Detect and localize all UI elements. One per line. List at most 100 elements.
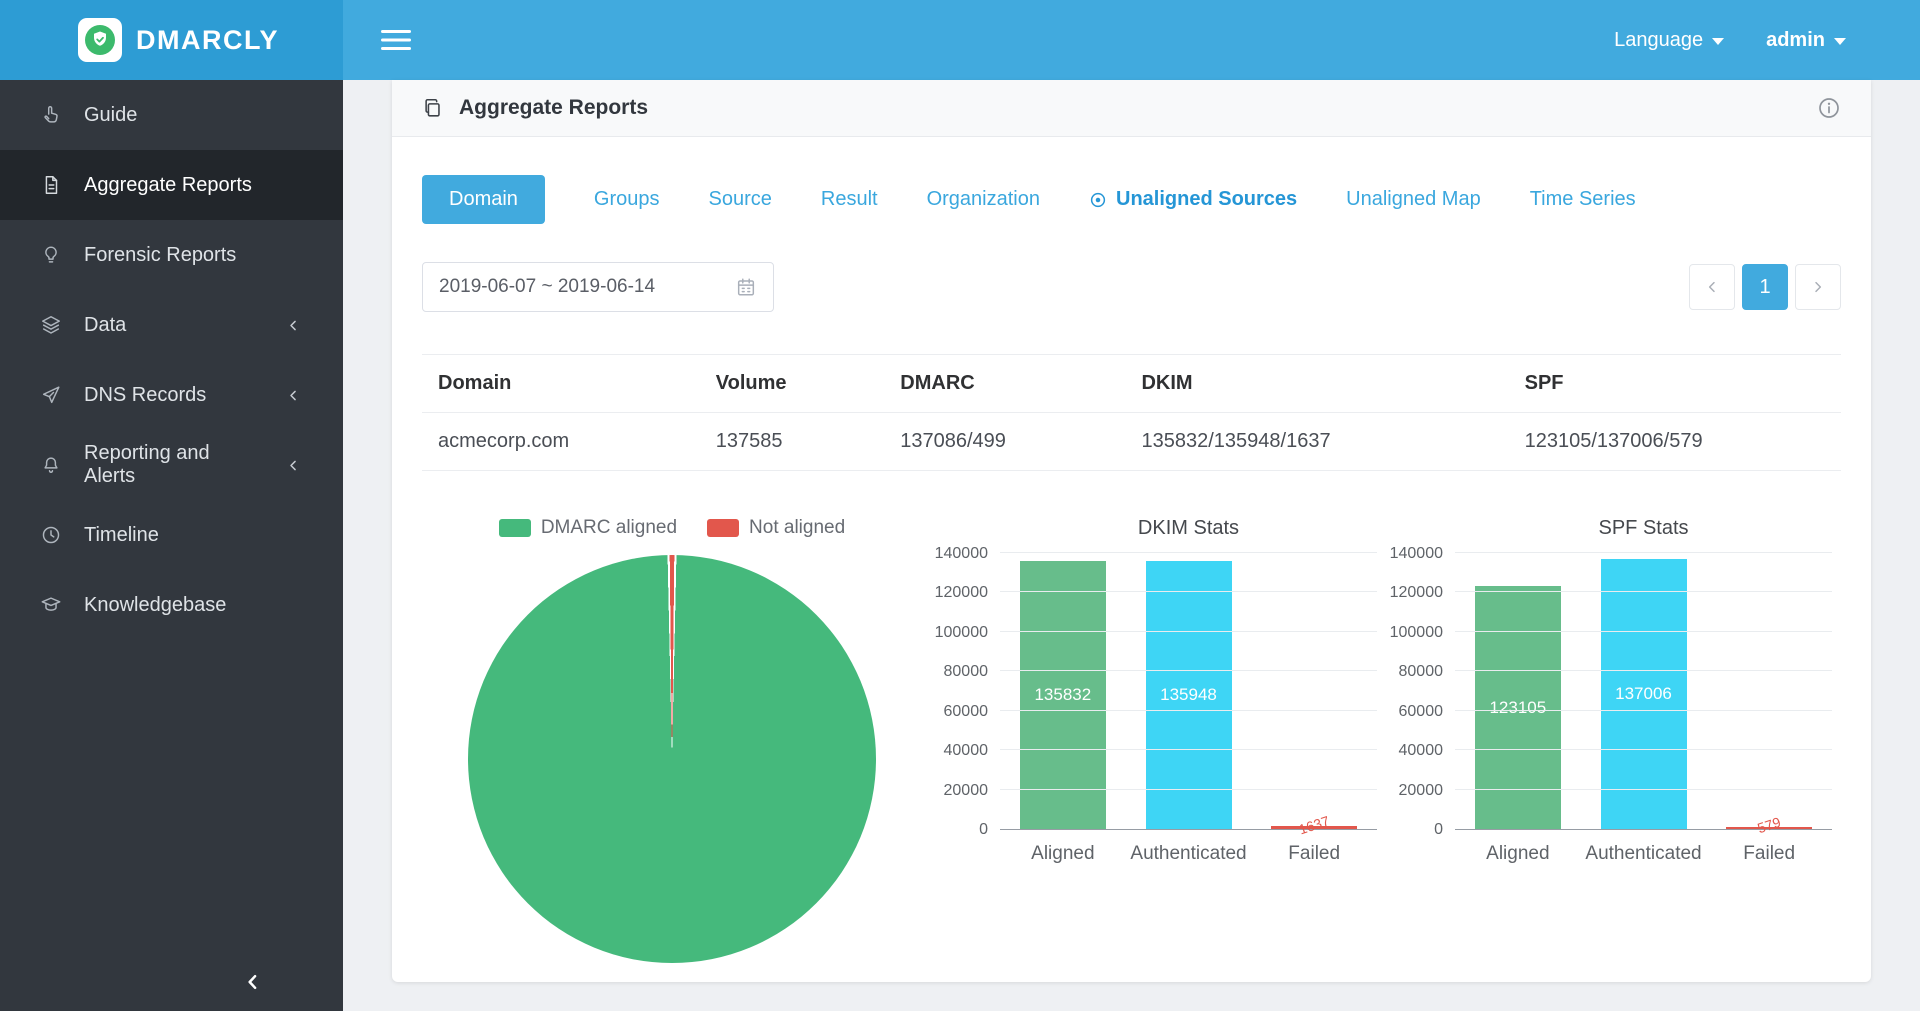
language-label: Language	[1614, 29, 1703, 52]
category-label: Aligned	[1000, 843, 1126, 865]
user-menu[interactable]: admin	[1766, 29, 1846, 52]
plot-area: 123105 137006 579	[1455, 554, 1832, 830]
top-bar: DMARCLY Language admin	[0, 0, 1920, 80]
tab-time-series[interactable]: Time Series	[1530, 188, 1636, 211]
chevron-left-icon	[286, 388, 301, 403]
report-copy-icon	[422, 97, 444, 119]
sidebar-item-label: Timeline	[84, 524, 159, 547]
y-axis-tick-label: 120000	[935, 585, 988, 601]
dmarcly-logo-icon	[78, 18, 122, 62]
bar-value-label: 579	[1756, 814, 1783, 836]
y-axis: 020000400006000080000100000120000140000	[1377, 554, 1455, 830]
sidebar-item-reporting-and-alerts[interactable]: Reporting and Alerts	[0, 430, 343, 500]
tab-organization[interactable]: Organization	[927, 188, 1040, 211]
x-axis-labels: AlignedAuthenticatedFailed	[1000, 843, 1377, 865]
sidebar: Guide Aggregate Reports Forensic Reports…	[0, 80, 343, 1011]
user-label: admin	[1766, 29, 1825, 52]
category-label: Authenticated	[1581, 843, 1707, 865]
bar-failed: 579	[1726, 827, 1812, 829]
bar-value-label: 123105	[1489, 698, 1546, 718]
bar-value-label: 137006	[1615, 684, 1672, 704]
legend-label: Not aligned	[749, 517, 845, 539]
data-icon	[40, 314, 62, 336]
bar-slot: 579	[1706, 827, 1832, 829]
info-icon[interactable]	[1817, 96, 1841, 120]
y-axis-tick-label: 20000	[1399, 783, 1444, 799]
topbar-menus: Language admin	[1614, 29, 1920, 52]
bar-value-label: 1637	[1297, 813, 1332, 838]
bar-aligned: 123105	[1475, 586, 1561, 829]
plot-area: 1358321359481637	[1000, 554, 1377, 830]
cell-volume: 137585	[706, 413, 890, 471]
legend-item-not-aligned[interactable]: Not aligned	[707, 517, 845, 539]
brand-block: DMARCLY	[0, 0, 343, 80]
reporting-alerts-icon	[40, 454, 62, 476]
column-header-dkim: DKIM	[1131, 355, 1514, 413]
tab-source[interactable]: Source	[709, 188, 772, 211]
y-axis-tick-label: 60000	[944, 704, 989, 720]
y-axis-tick-label: 140000	[1390, 546, 1443, 562]
cell-spf: 123105/137006/579	[1515, 413, 1841, 471]
y-axis-tick-label: 40000	[1399, 743, 1444, 759]
column-header-domain: Domain	[422, 355, 706, 413]
tab-groups[interactable]: Groups	[594, 188, 660, 211]
main-content: Aggregate Reports Domain Groups Source R…	[343, 80, 1920, 1011]
menu-toggle-button[interactable]	[381, 28, 411, 52]
pagination: 1	[1689, 264, 1841, 310]
x-axis-labels: AlignedAuthenticatedFailed	[1455, 843, 1832, 865]
prev-page-button[interactable]	[1689, 264, 1735, 310]
sidebar-item-knowledgebase[interactable]: Knowledgebase	[0, 570, 343, 640]
cell-domain[interactable]: acmecorp.com	[422, 413, 706, 471]
gridline	[1455, 749, 1832, 750]
bar-value-label: 135832	[1034, 685, 1091, 705]
sidebar-item-label: Knowledgebase	[84, 594, 226, 617]
gridline	[1455, 591, 1832, 592]
report-tabs: Domain Groups Source Result Organization…	[422, 175, 1841, 224]
sidebar-item-timeline[interactable]: Timeline	[0, 500, 343, 570]
date-range-picker[interactable]: 2019-06-07 ~ 2019-06-14	[422, 262, 774, 312]
sidebar-item-data[interactable]: Data	[0, 290, 343, 360]
chart-plot-row: 020000400006000080000100000120000140000 …	[922, 554, 1377, 830]
cell-dkim: 135832/135948/1637	[1131, 413, 1514, 471]
gridline	[1455, 552, 1832, 553]
tab-result[interactable]: Result	[821, 188, 878, 211]
gridline	[1000, 670, 1377, 671]
tab-label: Unaligned Sources	[1116, 188, 1297, 211]
date-range-value: 2019-06-07 ~ 2019-06-14	[439, 276, 655, 298]
aggregate-reports-card: Aggregate Reports Domain Groups Source R…	[392, 80, 1871, 982]
sidebar-item-aggregate-reports[interactable]: Aggregate Reports	[0, 150, 343, 220]
table-header-row: Domain Volume DMARC DKIM SPF	[422, 355, 1841, 413]
gridline	[1000, 789, 1377, 790]
aggregate-reports-icon	[40, 174, 62, 196]
y-axis-tick-label: 20000	[944, 783, 989, 799]
card-body: Domain Groups Source Result Organization…	[392, 137, 1871, 963]
y-axis-tick-label: 60000	[1399, 704, 1444, 720]
caret-down-icon	[1712, 38, 1724, 45]
legend-label: DMARC aligned	[541, 517, 677, 539]
chevron-left-icon	[286, 318, 301, 333]
gridline	[1000, 749, 1377, 750]
next-page-button[interactable]	[1795, 264, 1841, 310]
sidebar-item-forensic-reports[interactable]: Forensic Reports	[0, 220, 343, 290]
y-axis-tick-label: 80000	[1399, 664, 1444, 680]
sidebar-collapse-button[interactable]	[0, 953, 343, 1011]
sidebar-item-dns-records[interactable]: DNS Records	[0, 360, 343, 430]
dkim-stats-chart: DKIM Stats 02000040000600008000010000012…	[922, 517, 1377, 963]
dmarc-alignment-pie-chart	[468, 555, 876, 963]
pie-legend: DMARC aligned Not aligned	[499, 517, 845, 539]
sidebar-item-guide[interactable]: Guide	[0, 80, 343, 150]
language-menu[interactable]: Language	[1614, 29, 1724, 52]
page-title: Aggregate Reports	[459, 96, 648, 120]
gridline	[1000, 591, 1377, 592]
legend-item-dmarc-aligned[interactable]: DMARC aligned	[499, 517, 677, 539]
page-number-button[interactable]: 1	[1742, 264, 1788, 310]
tab-unaligned-map[interactable]: Unaligned Map	[1346, 188, 1481, 211]
gridline	[1455, 789, 1832, 790]
sidebar-item-label: Data	[84, 314, 126, 337]
tab-unaligned-sources[interactable]: Unaligned Sources	[1089, 188, 1297, 211]
spf-stats-chart: SPF Stats 020000400006000080000100000120…	[1377, 517, 1832, 963]
tab-domain[interactable]: Domain	[422, 175, 545, 224]
column-header-dmarc: DMARC	[890, 355, 1131, 413]
timeline-icon	[40, 524, 62, 546]
gridline	[1455, 631, 1832, 632]
